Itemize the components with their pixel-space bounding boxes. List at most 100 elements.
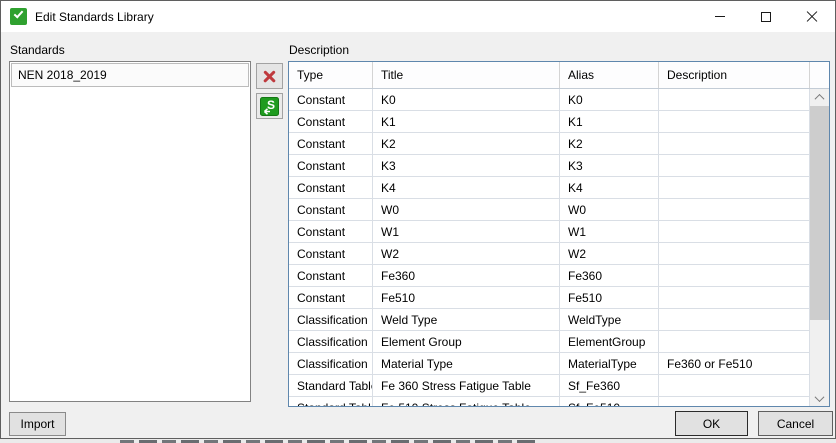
table-row[interactable]: Constant Fe360 Fe360 — [289, 265, 810, 287]
cell-type[interactable]: Constant — [289, 243, 373, 265]
cell-description[interactable] — [659, 221, 810, 243]
cell-type[interactable]: Classification — [289, 331, 373, 353]
cell-title[interactable]: K4 — [373, 177, 560, 199]
cell-alias[interactable]: MaterialType — [560, 353, 659, 375]
cell-type[interactable]: Constant — [289, 287, 373, 309]
cell-title[interactable]: Material Type — [373, 353, 560, 375]
cell-description[interactable] — [659, 375, 810, 397]
cell-alias[interactable]: K4 — [560, 177, 659, 199]
cell-title[interactable]: K1 — [373, 111, 560, 133]
table-row[interactable]: Constant K4 K4 — [289, 177, 810, 199]
cell-type[interactable]: Constant — [289, 155, 373, 177]
table-row[interactable]: Constant K2 K2 — [289, 133, 810, 155]
cell-alias[interactable]: Fe360 — [560, 265, 659, 287]
cell-description[interactable] — [659, 331, 810, 353]
table-row[interactable]: Constant K1 K1 — [289, 111, 810, 133]
cell-alias[interactable]: K3 — [560, 155, 659, 177]
scrollbar-thumb[interactable] — [810, 106, 829, 320]
table-row[interactable]: Constant W2 W2 — [289, 243, 810, 265]
cell-description[interactable] — [659, 155, 810, 177]
cell-title[interactable]: W0 — [373, 199, 560, 221]
table-row[interactable]: Classification Material Type MaterialTyp… — [289, 353, 810, 375]
table-row[interactable]: Constant W1 W1 — [289, 221, 810, 243]
scrollbar-down-button[interactable] — [810, 390, 829, 406]
cell-alias[interactable]: W1 — [560, 221, 659, 243]
cell-title[interactable]: K0 — [373, 89, 560, 111]
maximize-button[interactable] — [743, 1, 789, 32]
standards-label: Standards — [10, 43, 65, 57]
table-row[interactable]: Constant K3 K3 — [289, 155, 810, 177]
cell-type[interactable]: Constant — [289, 133, 373, 155]
column-header[interactable]: Type — [289, 62, 373, 88]
cell-description[interactable] — [659, 177, 810, 199]
cell-type[interactable]: Standard Table — [289, 397, 373, 406]
cell-type[interactable]: Constant — [289, 111, 373, 133]
cell-title[interactable]: Fe360 — [373, 265, 560, 287]
cell-alias[interactable]: Fe510 — [560, 287, 659, 309]
cell-type[interactable]: Constant — [289, 89, 373, 111]
cell-type[interactable]: Standard Table — [289, 375, 373, 397]
cell-description[interactable] — [659, 133, 810, 155]
cell-alias[interactable]: ElementGroup — [560, 331, 659, 353]
cancel-button[interactable]: Cancel — [758, 411, 833, 436]
cell-description[interactable] — [659, 287, 810, 309]
delete-standard-button[interactable] — [256, 63, 283, 89]
cell-alias[interactable]: Sf_Fe510 — [560, 397, 659, 406]
export-standard-button[interactable]: S — [256, 93, 283, 119]
standards-list[interactable]: NEN 2018_2019 — [9, 61, 251, 402]
cell-description[interactable] — [659, 397, 810, 406]
description-label: Description — [289, 43, 349, 57]
ok-button[interactable]: OK — [675, 411, 748, 436]
cell-alias[interactable]: W2 — [560, 243, 659, 265]
table-row[interactable]: Constant W0 W0 — [289, 199, 810, 221]
cell-type[interactable]: Classification — [289, 353, 373, 375]
cell-type[interactable]: Constant — [289, 221, 373, 243]
cell-title[interactable]: W2 — [373, 243, 560, 265]
table-row[interactable]: Constant K0 K0 — [289, 89, 810, 111]
cell-title[interactable]: Fe510 — [373, 287, 560, 309]
cell-alias[interactable]: K0 — [560, 89, 659, 111]
cell-title[interactable]: K3 — [373, 155, 560, 177]
import-button[interactable]: Import — [9, 412, 66, 436]
cell-title[interactable]: Element Group — [373, 331, 560, 353]
scrollbar-up-button[interactable] — [810, 89, 829, 105]
cell-alias[interactable]: K2 — [560, 133, 659, 155]
cell-alias[interactable]: WeldType — [560, 309, 659, 331]
cell-title[interactable]: Fe 360 Stress Fatigue Table — [373, 375, 560, 397]
cell-description[interactable] — [659, 111, 810, 133]
column-header[interactable]: Description — [659, 62, 810, 88]
maximize-icon — [761, 12, 771, 22]
cell-type[interactable]: Constant — [289, 199, 373, 221]
cell-alias[interactable]: W0 — [560, 199, 659, 221]
table-row[interactable]: Classification Weld Type WeldType — [289, 309, 810, 331]
cell-title[interactable]: K2 — [373, 133, 560, 155]
cell-description[interactable] — [659, 265, 810, 287]
table-row[interactable]: Standard Table Fe 510 Stress Fatigue Tab… — [289, 397, 810, 406]
cell-title[interactable]: Fe 510 Stress Fatigue Table — [373, 397, 560, 406]
cell-description[interactable] — [659, 309, 810, 331]
cell-description[interactable] — [659, 89, 810, 111]
cell-description[interactable]: Fe360 or Fe510 — [659, 353, 810, 375]
cell-type[interactable]: Classification — [289, 309, 373, 331]
cell-alias[interactable]: K1 — [560, 111, 659, 133]
table-row[interactable]: Standard Table Fe 360 Stress Fatigue Tab… — [289, 375, 810, 397]
standards-list-item[interactable]: NEN 2018_2019 — [11, 63, 249, 87]
svg-text:S: S — [267, 98, 275, 112]
cell-type[interactable]: Constant — [289, 265, 373, 287]
column-header[interactable]: Title — [373, 62, 560, 88]
cell-title[interactable]: W1 — [373, 221, 560, 243]
minimize-button[interactable] — [697, 1, 743, 32]
table-row[interactable]: Constant Fe510 Fe510 — [289, 287, 810, 309]
cell-alias[interactable]: Sf_Fe360 — [560, 375, 659, 397]
cell-type[interactable]: Constant — [289, 177, 373, 199]
column-header[interactable]: Alias — [560, 62, 659, 88]
cell-description[interactable] — [659, 199, 810, 221]
close-button[interactable] — [789, 1, 835, 32]
delete-x-icon — [262, 69, 277, 84]
table-row[interactable]: Classification Element Group ElementGrou… — [289, 331, 810, 353]
cell-title[interactable]: Weld Type — [373, 309, 560, 331]
cell-description[interactable] — [659, 243, 810, 265]
edit-standards-library-dialog: Edit Standards Library Standards NEN 201… — [0, 0, 836, 439]
table-vertical-scrollbar[interactable] — [810, 89, 829, 406]
titlebar[interactable]: Edit Standards Library — [1, 1, 835, 32]
